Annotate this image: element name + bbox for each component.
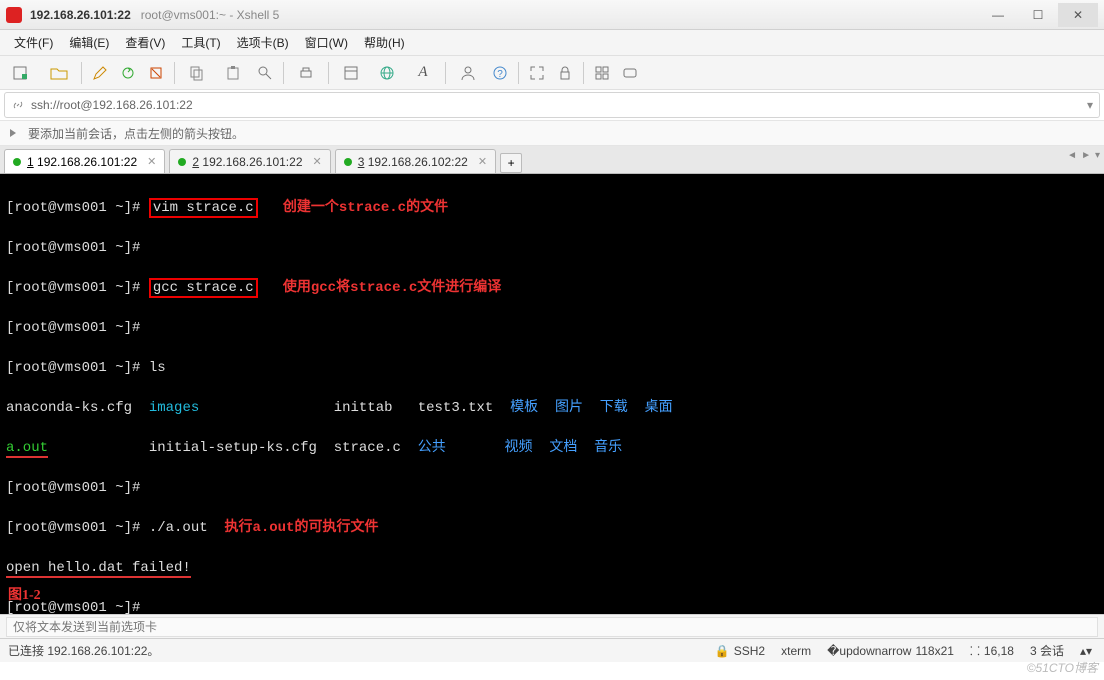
address-text: ssh://root@192.168.26.101:22 xyxy=(31,98,193,112)
user-icon[interactable] xyxy=(451,60,485,86)
disconnect-icon[interactable] xyxy=(143,60,169,86)
tab-close-icon[interactable]: ✕ xyxy=(147,155,156,168)
tab-strip: 1 192.168.26.101:22 ✕ 2 192.168.26.101:2… xyxy=(0,146,1104,174)
paste-icon[interactable] xyxy=(216,60,250,86)
tab-1[interactable]: 1 192.168.26.101:22 ✕ xyxy=(4,149,165,173)
window-titlebar: 192.168.26.101:22 root@vms001:~ - Xshell… xyxy=(0,0,1104,30)
tab-status-dot-icon xyxy=(344,158,352,166)
address-bar[interactable]: ssh://root@192.168.26.101:22 ▾ xyxy=(4,92,1100,118)
help-icon[interactable]: ? xyxy=(487,60,513,86)
status-connection: 已连接 192.168.26.101:22。 xyxy=(8,642,159,659)
add-session-arrow-icon[interactable] xyxy=(6,125,22,141)
fullscreen-icon[interactable] xyxy=(524,60,550,86)
info-bar: 要添加当前会话，点击左侧的箭头按钮。 xyxy=(0,120,1104,146)
tab-status-dot-icon xyxy=(13,158,21,166)
new-tab-button[interactable]: + xyxy=(500,153,522,173)
app-icon xyxy=(6,7,22,23)
menu-edit[interactable]: 编辑(E) xyxy=(63,32,115,53)
tab-next-icon[interactable]: ► xyxy=(1081,150,1091,161)
minimize-button[interactable]: — xyxy=(978,3,1018,27)
status-termtype: xterm xyxy=(781,644,811,658)
tab-3[interactable]: 3 192.168.26.102:22 ✕ xyxy=(335,149,496,173)
lock-icon[interactable] xyxy=(552,60,578,86)
menu-tabs[interactable]: 选项卡(B) xyxy=(231,32,295,53)
compose-bar-icon[interactable] xyxy=(617,60,643,86)
watermark: ©51CTO博客 xyxy=(1027,659,1098,676)
properties-icon[interactable] xyxy=(334,60,368,86)
new-session-icon[interactable] xyxy=(6,60,40,86)
tab-status-dot-icon xyxy=(178,158,186,166)
tab-2[interactable]: 2 192.168.26.101:22 ✕ xyxy=(169,149,330,173)
menu-tools[interactable]: 工具(T) xyxy=(175,32,226,53)
print-icon[interactable] xyxy=(289,60,323,86)
open-session-icon[interactable] xyxy=(42,60,76,86)
link-icon xyxy=(11,98,25,112)
menu-view[interactable]: 查看(V) xyxy=(119,32,171,53)
globe-icon[interactable] xyxy=(370,60,404,86)
status-size: �updownarrow 118x21 xyxy=(827,644,954,658)
status-sessions: 3 会话 xyxy=(1030,642,1064,659)
tab-prev-icon[interactable]: ◄ xyxy=(1067,150,1077,161)
search-icon[interactable] xyxy=(252,60,278,86)
info-text: 要添加当前会话，点击左侧的箭头按钮。 xyxy=(28,125,244,142)
menu-window[interactable]: 窗口(W) xyxy=(299,32,354,53)
maximize-button[interactable]: ☐ xyxy=(1018,3,1058,27)
address-dropdown-icon[interactable]: ▾ xyxy=(1087,98,1093,112)
figure-label: 图1-2 xyxy=(8,586,41,606)
status-protocol: 🔒SSH2 xyxy=(715,644,765,658)
edit-icon[interactable] xyxy=(87,60,113,86)
status-cursor-pos: ⸬ 16,18 xyxy=(970,642,1014,659)
status-updown-icon[interactable]: ▴▾ xyxy=(1080,644,1092,658)
reconnect-icon[interactable] xyxy=(115,60,141,86)
menu-file[interactable]: 文件(F) xyxy=(8,32,59,53)
tab-navigation: ◄ ► ▾ xyxy=(1067,150,1100,161)
terminal-output[interactable]: [root@vms001 ~]# vim strace.c 创建一个strace… xyxy=(0,174,1104,614)
tile-icon[interactable] xyxy=(589,60,615,86)
copy-icon[interactable] xyxy=(180,60,214,86)
menubar: 文件(F) 编辑(E) 查看(V) 工具(T) 选项卡(B) 窗口(W) 帮助(… xyxy=(0,30,1104,56)
window-title-main: 192.168.26.101:22 xyxy=(30,8,131,22)
menu-help[interactable]: 帮助(H) xyxy=(358,32,411,53)
close-button[interactable]: ✕ xyxy=(1058,3,1098,27)
svg-text:?: ? xyxy=(497,69,503,80)
window-title-sub: root@vms001:~ - Xshell 5 xyxy=(141,8,280,22)
compose-input[interactable] xyxy=(6,617,1098,637)
font-icon[interactable]: A xyxy=(406,60,440,86)
status-bar: 已连接 192.168.26.101:22。 🔒SSH2 xterm �updo… xyxy=(0,638,1104,662)
toolbar: A ? xyxy=(0,56,1104,90)
lock-small-icon: 🔒 xyxy=(715,644,730,658)
compose-bar xyxy=(0,614,1104,638)
tab-close-icon[interactable]: ✕ xyxy=(478,155,487,168)
tab-close-icon[interactable]: ✕ xyxy=(313,155,322,168)
tab-list-icon[interactable]: ▾ xyxy=(1095,150,1100,161)
